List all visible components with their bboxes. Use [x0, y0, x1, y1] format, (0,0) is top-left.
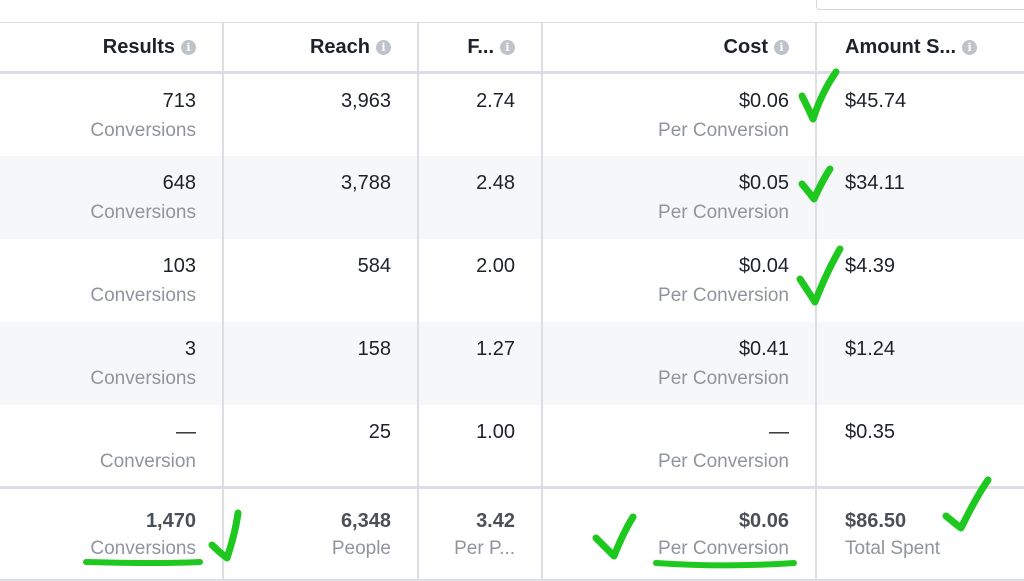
amount-cell: $0.35 — [816, 405, 1024, 488]
cost-cell: $0.41 Per Conversion — [542, 321, 817, 405]
total-reach-cell: 6,348 People — [223, 486, 419, 581]
amount-cell: $34.11 — [816, 155, 1024, 239]
column-header-reach[interactable]: Reach i — [223, 22, 419, 74]
reach-value: 3,963 — [340, 90, 391, 112]
table-row[interactable]: 3 Conversions 158 1.27 $0.41 Per Conversio… — [0, 321, 1024, 405]
total-reach-unit: People — [331, 538, 391, 559]
frequency-cell: 1.00 — [418, 404, 543, 488]
frequency-value: 2.74 — [476, 90, 515, 112]
frequency-cell: 2.48 — [418, 155, 543, 239]
table-header-row: Results i Reach i F... i Cost i Amount S... i — [0, 22, 1024, 74]
column-header-label: F... — [467, 35, 494, 58]
column-header-frequency[interactable]: F... i — [418, 22, 543, 74]
info-icon[interactable]: i — [500, 39, 515, 55]
reach-value: 3,788 — [340, 171, 391, 194]
amount-cell: $45.74 — [816, 73, 1024, 156]
reach-value: 584 — [357, 254, 391, 277]
info-icon[interactable]: i — [962, 39, 978, 55]
cost-unit: Per Conversion — [658, 201, 789, 223]
frequency-cell: 2.74 — [418, 72, 543, 156]
results-value: 713 — [162, 90, 196, 112]
column-header-cost[interactable]: Cost i — [542, 22, 817, 74]
column-header-amount-spent[interactable]: Amount S... i — [816, 22, 1024, 74]
results-cell: — Conversion — [0, 404, 224, 488]
cost-cell: $0.04 Per Conversion — [542, 238, 817, 322]
info-icon[interactable]: i — [774, 39, 789, 55]
reach-cell: 25 — [223, 404, 419, 488]
reach-cell: 3,788 — [223, 155, 419, 239]
info-icon[interactable]: i — [181, 39, 196, 55]
results-value: 648 — [162, 171, 196, 194]
reach-cell: 3,963 — [223, 72, 419, 156]
cost-unit: Per Conversion — [658, 120, 789, 141]
results-cell: 648 Conversions — [0, 155, 224, 239]
cost-cell: $0.06 Per Conversion — [542, 72, 817, 156]
table-row[interactable]: 103 Conversions 584 2.00 $0.04 Per Convers… — [0, 238, 1024, 322]
totals-row: 1,470 Conversions 6,348 People 3.42 Per P..… — [0, 486, 1024, 581]
column-header-label: Results — [102, 35, 175, 58]
total-cost-cell: $0.06 Per Conversion — [542, 486, 817, 581]
column-header-label: Reach — [309, 35, 370, 58]
cost-unit: Per Conversion — [658, 450, 789, 472]
frequency-value: 2.48 — [476, 171, 515, 194]
results-cell: 713 Conversions — [0, 72, 224, 156]
table-row[interactable]: — Conversion 25 1.00 — Per Conversion $0.3… — [0, 404, 1024, 488]
column-header-label: Cost — [723, 35, 768, 58]
total-results-value: 1,470 — [145, 510, 196, 532]
cost-value: $0.05 — [738, 171, 789, 194]
results-value: 103 — [162, 254, 196, 277]
amount-cell: $4.39 — [816, 239, 1024, 322]
results-unit: Conversions — [90, 201, 196, 223]
table-row[interactable]: 713 Conversions 3,963 2.74 $0.06 Per Conve… — [0, 72, 1024, 156]
results-unit: Conversions — [90, 367, 196, 389]
frequency-value: 2.00 — [476, 254, 515, 277]
results-cell: 3 Conversions — [0, 321, 224, 405]
total-amount-value: $86.50 — [845, 510, 907, 532]
results-value: 3 — [184, 337, 196, 360]
frequency-cell: 1.27 — [418, 321, 543, 405]
frequency-cell: 2.00 — [418, 238, 543, 322]
ads-results-table: Results i Reach i F... i Cost i Amount S... i… — [0, 22, 1024, 581]
reach-cell: 584 — [223, 238, 419, 322]
total-results-cell: 1,470 Conversions — [0, 486, 224, 581]
frequency-value: 1.00 — [476, 420, 515, 443]
total-frequency-unit: Per P... — [454, 538, 515, 559]
results-cell: 103 Conversions — [0, 238, 224, 322]
reach-value: 158 — [357, 337, 391, 360]
cost-value: — — [769, 420, 789, 443]
total-frequency-value: 3.42 — [476, 510, 515, 532]
cost-value: $0.41 — [738, 337, 789, 360]
cost-unit: Per Conversion — [658, 367, 789, 389]
amount-value: $1.24 — [845, 337, 896, 360]
amount-value: $0.35 — [845, 420, 896, 443]
cost-value: $0.04 — [738, 254, 789, 277]
total-amount-unit: Total Spent — [845, 538, 941, 559]
total-reach-value: 6,348 — [340, 510, 391, 532]
cost-cell: — Per Conversion — [542, 404, 817, 488]
results-unit: Conversion — [99, 450, 196, 472]
total-results-unit: Conversions — [90, 538, 196, 559]
total-cost-unit: Per Conversion — [658, 538, 789, 559]
frequency-value: 1.27 — [476, 337, 515, 360]
reach-value: 25 — [368, 420, 391, 443]
results-value: — — [176, 420, 196, 443]
total-cost-value: $0.06 — [738, 510, 789, 532]
cost-unit: Per Conversion — [658, 284, 789, 306]
amount-value: $45.74 — [845, 90, 907, 112]
amount-value: $4.39 — [845, 254, 896, 277]
total-amount-cell: $86.50 Total Spent — [816, 486, 1024, 581]
cost-value: $0.06 — [738, 90, 789, 112]
toolbar-control[interactable] — [816, 0, 1024, 10]
results-unit: Conversions — [90, 284, 196, 306]
info-icon[interactable]: i — [376, 39, 391, 55]
amount-cell: $1.24 — [816, 321, 1024, 405]
column-header-results[interactable]: Results i — [0, 22, 224, 74]
amount-value: $34.11 — [845, 171, 905, 194]
column-header-label: Amount S... — [845, 35, 957, 58]
reach-cell: 158 — [223, 321, 419, 405]
cost-cell: $0.05 Per Conversion — [542, 155, 817, 239]
results-unit: Conversions — [90, 120, 196, 141]
total-frequency-cell: 3.42 Per P... — [418, 486, 543, 581]
table-row[interactable]: 648 Conversions 3,788 2.48 $0.05 Per Conve… — [0, 155, 1024, 239]
